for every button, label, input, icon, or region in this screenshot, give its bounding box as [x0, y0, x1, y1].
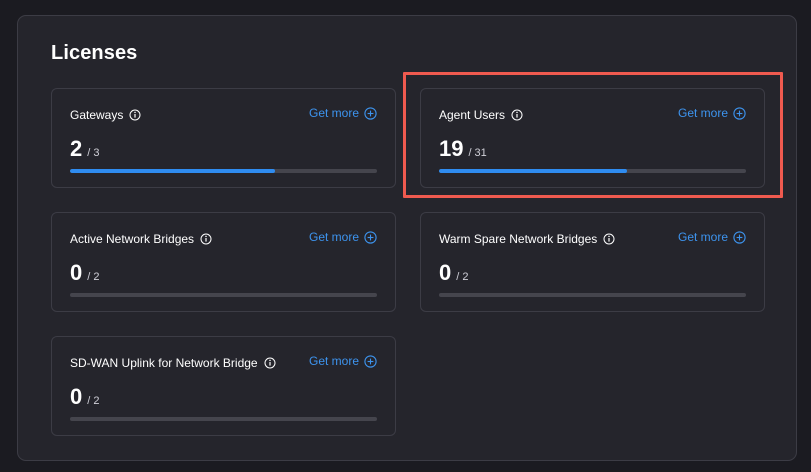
plus-circle-icon[interactable] [733, 106, 746, 120]
info-icon[interactable] [264, 357, 276, 369]
panel-title: Licenses [51, 42, 138, 64]
license-count: 2 /3 [70, 136, 100, 161]
usage-progress-fill [439, 169, 628, 173]
license-count: 19 /31 [439, 136, 487, 161]
get-more-link[interactable]: Get more [678, 230, 746, 244]
card-title-label: Warm Spare Network Bridges [439, 232, 598, 246]
license-card-gateways: Gateways Get more 2 /3 [51, 88, 396, 188]
license-card-active-network-bridges: Active Network Bridges Get more 0 /2 [51, 212, 396, 312]
get-more-label[interactable]: Get more [678, 106, 728, 120]
used-count: 0 [70, 384, 83, 409]
licenses-panel: Licenses Gateways Get more 2 /3 Agent Us… [17, 15, 797, 461]
card-title: Agent Users [439, 108, 523, 122]
info-icon[interactable] [200, 233, 212, 245]
info-icon[interactable] [603, 233, 615, 245]
used-count: 0 [439, 260, 452, 285]
get-more-label[interactable]: Get more [678, 230, 728, 244]
usage-progress-bar [439, 293, 746, 297]
card-title-label: Agent Users [439, 108, 506, 122]
license-card-agent-users: Agent Users Get more 19 /31 [420, 88, 765, 188]
get-more-link[interactable]: Get more [309, 354, 377, 368]
usage-progress-fill [70, 169, 275, 173]
used-count: 19 [439, 136, 464, 161]
usage-progress-bar [70, 293, 377, 297]
card-title: Active Network Bridges [70, 232, 212, 246]
get-more-link[interactable]: Get more [309, 230, 377, 244]
card-title: Gateways [70, 108, 141, 122]
card-title-label: SD-WAN Uplink for Network Bridge [70, 356, 258, 370]
total-count: 31 [474, 147, 487, 159]
total-count: 2 [462, 271, 469, 283]
total-count: 2 [93, 395, 100, 407]
get-more-label[interactable]: Get more [309, 230, 359, 244]
usage-progress-bar [70, 169, 377, 173]
usage-progress-bar [439, 169, 746, 173]
license-card-sd-wan-uplink: SD-WAN Uplink for Network Bridge Get mor… [51, 336, 396, 436]
license-card-warm-spare-network-bridges: Warm Spare Network Bridges Get more 0 /2 [420, 212, 765, 312]
usage-progress-bar [70, 417, 377, 421]
used-count: 2 [70, 136, 83, 161]
plus-circle-icon[interactable] [364, 354, 377, 368]
get-more-link[interactable]: Get more [678, 106, 746, 120]
plus-circle-icon[interactable] [733, 230, 746, 244]
info-icon[interactable] [129, 109, 141, 121]
card-title: SD-WAN Uplink for Network Bridge [70, 356, 276, 370]
total-count: 3 [93, 147, 100, 159]
plus-circle-icon[interactable] [364, 106, 377, 120]
license-count: 0 /2 [439, 260, 469, 285]
card-title: Warm Spare Network Bridges [439, 232, 615, 246]
get-more-label[interactable]: Get more [309, 106, 359, 120]
license-count: 0 /2 [70, 384, 100, 409]
info-icon[interactable] [511, 109, 523, 121]
used-count: 0 [70, 260, 83, 285]
card-title-label: Active Network Bridges [70, 232, 195, 246]
get-more-link[interactable]: Get more [309, 106, 377, 120]
card-title-label: Gateways [70, 108, 124, 122]
plus-circle-icon[interactable] [364, 230, 377, 244]
get-more-label[interactable]: Get more [309, 354, 359, 368]
license-count: 0 /2 [70, 260, 100, 285]
total-count: 2 [93, 271, 100, 283]
